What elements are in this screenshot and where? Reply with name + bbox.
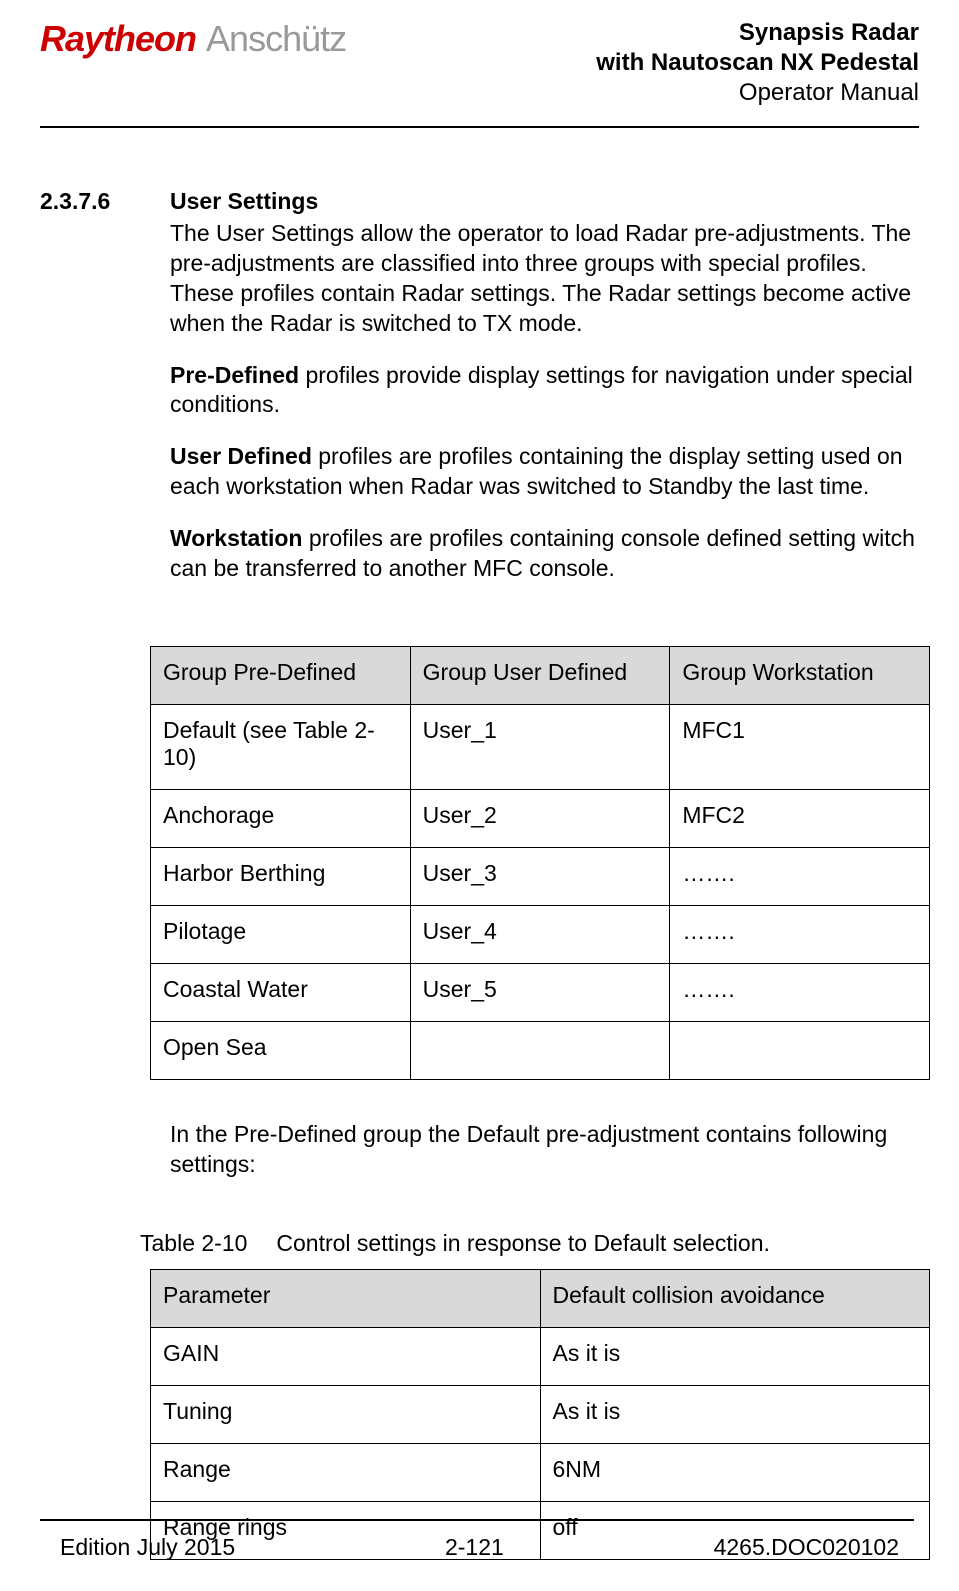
table-cell [410, 1021, 670, 1079]
header-rule [40, 126, 919, 128]
workstation-label: Workstation [170, 525, 302, 551]
table-row: Open Sea [151, 1021, 930, 1079]
doc-title-block: Synapsis Radar with Nautoscan NX Pedesta… [596, 18, 919, 108]
userdefined-label: User Defined [170, 443, 312, 469]
table-cell: As it is [540, 1385, 930, 1443]
footer-left: Edition July 2015 [60, 1534, 235, 1561]
section-heading: 2.3.7.6 User Settings [40, 188, 919, 215]
table-row: Harbor BerthingUser_3……. [151, 847, 930, 905]
logo-block: Raytheon Anschütz [40, 18, 346, 60]
table-cell: Range [151, 1443, 541, 1501]
table-row: TuningAs it is [151, 1385, 930, 1443]
predefined-label: Pre-Defined [170, 362, 299, 388]
table-cell: MFC2 [670, 789, 930, 847]
table-row: AnchorageUser_2MFC2 [151, 789, 930, 847]
table-cell: Coastal Water [151, 963, 411, 1021]
groups-table: Group Pre-Defined Group User Defined Gro… [150, 646, 930, 1080]
table-cell: User_2 [410, 789, 670, 847]
section-number: 2.3.7.6 [40, 188, 170, 215]
intro-paragraph: The User Settings allow the operator to … [170, 219, 919, 339]
table-cell: ……. [670, 847, 930, 905]
table-cell: ……. [670, 905, 930, 963]
footer-right: 4265.DOC020102 [714, 1534, 899, 1561]
table-caption: Table 2-10 Control settings in response … [140, 1230, 919, 1257]
table-header-row: Group Pre-Defined Group User Defined Gro… [151, 646, 930, 704]
page-header: Raytheon Anschütz Synapsis Radar with Na… [40, 10, 919, 126]
table-row: GAINAs it is [151, 1327, 930, 1385]
table-header: Group Pre-Defined [151, 646, 411, 704]
main-content: 2.3.7.6 User Settings The User Settings … [40, 188, 919, 1560]
table-note: In the Pre-Defined group the Default pre… [170, 1120, 919, 1180]
table-cell: MFC1 [670, 704, 930, 789]
userdefined-paragraph: User Defined profiles are profiles conta… [170, 442, 919, 502]
page-footer: Edition July 2015 2-121 4265.DOC020102 [60, 1534, 899, 1561]
table-cell: Open Sea [151, 1021, 411, 1079]
table-row: PilotageUser_4……. [151, 905, 930, 963]
table-cell: User_4 [410, 905, 670, 963]
table-header: Parameter [151, 1269, 541, 1327]
doc-title-line3: Operator Manual [596, 78, 919, 108]
table-header-row: Parameter Default collision avoidance [151, 1269, 930, 1327]
predefined-paragraph: Pre-Defined profiles provide display set… [170, 361, 919, 421]
table-header: Group Workstation [670, 646, 930, 704]
table-cell: User_5 [410, 963, 670, 1021]
brand-sub: Anschütz [206, 18, 346, 60]
table-row: Coastal WaterUser_5……. [151, 963, 930, 1021]
table-cell: Anchorage [151, 789, 411, 847]
doc-title-line2: with Nautoscan NX Pedestal [596, 48, 919, 78]
table-cell: Default (see Table 2-10) [151, 704, 411, 789]
doc-title-line1: Synapsis Radar [596, 18, 919, 48]
table-cell: User_3 [410, 847, 670, 905]
settings-table: Parameter Default collision avoidance GA… [150, 1269, 930, 1560]
table-cell: Harbor Berthing [151, 847, 411, 905]
table-header: Default collision avoidance [540, 1269, 930, 1327]
table-cell: User_1 [410, 704, 670, 789]
table-cell: Pilotage [151, 905, 411, 963]
brand-logo: Raytheon [40, 18, 196, 60]
section-title: User Settings [170, 188, 318, 215]
table-cell: GAIN [151, 1327, 541, 1385]
footer-center: 2-121 [445, 1534, 504, 1561]
footer-rule [40, 1519, 914, 1521]
table-row: Range6NM [151, 1443, 930, 1501]
workstation-paragraph: Workstation profiles are profiles contai… [170, 524, 919, 584]
table-cell [670, 1021, 930, 1079]
caption-text: Control settings in response to Default … [276, 1230, 770, 1256]
table-cell: As it is [540, 1327, 930, 1385]
caption-number: Table 2-10 [140, 1230, 270, 1257]
table-cell: 6NM [540, 1443, 930, 1501]
table-cell: ……. [670, 963, 930, 1021]
table-row: Default (see Table 2-10)User_1MFC1 [151, 704, 930, 789]
table-header: Group User Defined [410, 646, 670, 704]
table-cell: Tuning [151, 1385, 541, 1443]
